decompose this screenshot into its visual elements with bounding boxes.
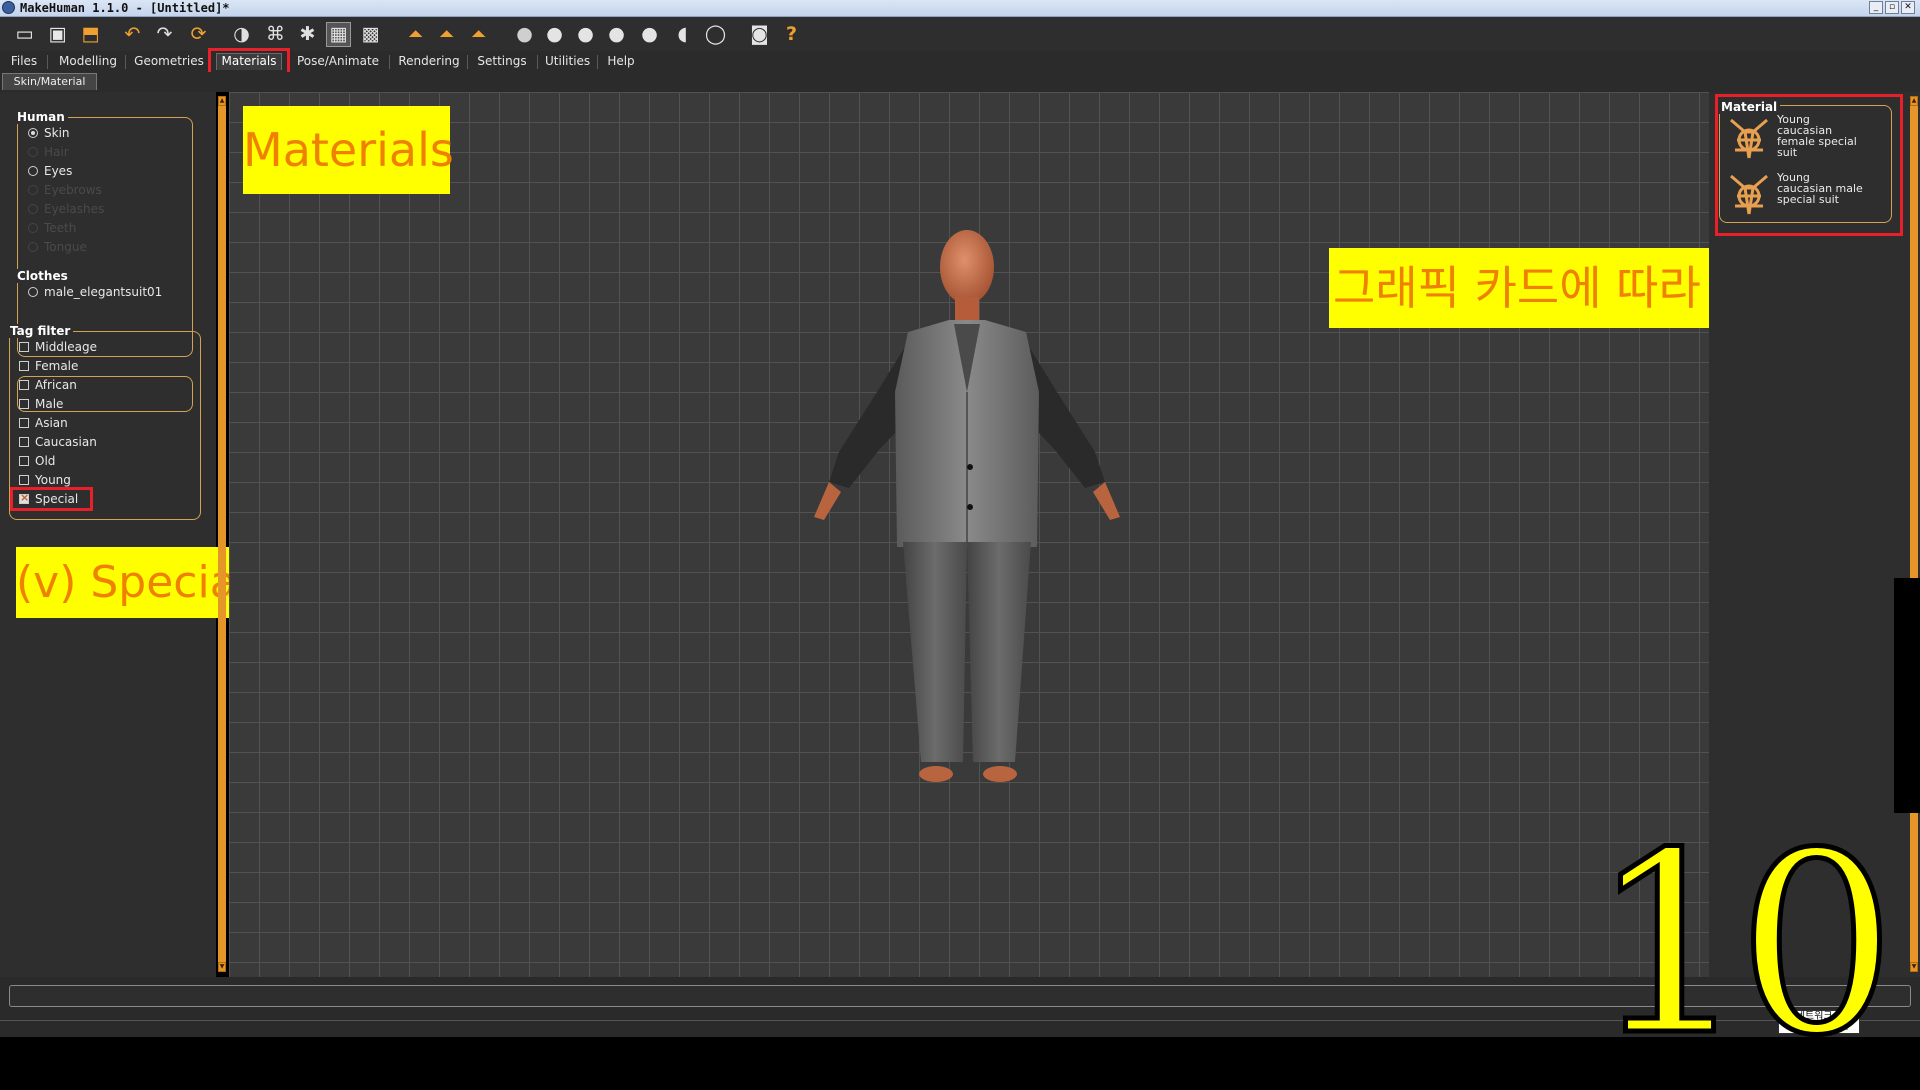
human-option-hair: Hair — [28, 145, 69, 159]
3d-viewport[interactable]: Materials — [229, 92, 1709, 977]
tag-african[interactable]: African — [19, 378, 77, 392]
tag-male[interactable]: Male — [19, 397, 63, 411]
radio-icon — [28, 147, 38, 157]
hair-icon[interactable]: ◖ — [670, 22, 695, 47]
redo-icon[interactable]: ↷ — [152, 22, 177, 47]
overlay-black-block — [1894, 578, 1920, 813]
radio-icon — [28, 223, 38, 233]
human-option-eyelashes: Eyelashes — [28, 202, 104, 216]
sphere-rim-icon[interactable]: ● — [604, 22, 629, 47]
checkbox-icon — [19, 361, 29, 371]
undo-icon[interactable]: ↶ — [120, 22, 145, 47]
sphere-light-icon[interactable]: ● — [512, 22, 537, 47]
human-option-skin[interactable]: Skin — [28, 126, 70, 140]
checkbox-icon — [19, 456, 29, 466]
material-list-highlight — [1715, 94, 1903, 236]
toolbar: ▭ ▣ ⬒ ↶ ↷ ⟳ ◑ ⌘ ✱ ▦ ▩ ⏶ ⏶ ⏶ ● ● ● ● ● ◖ … — [0, 17, 1920, 51]
tab-rendering[interactable]: Rendering — [398, 53, 460, 70]
tab-pose-animate[interactable]: Pose/Animate — [295, 53, 381, 70]
checkbox-icon — [19, 399, 29, 409]
radio-icon — [28, 287, 38, 297]
tab-geometries[interactable]: Geometries — [134, 53, 204, 70]
radio-icon — [28, 128, 38, 138]
checkbox-icon — [19, 342, 29, 352]
frame-icon[interactable]: ◯ — [703, 22, 728, 47]
human-option-tongue: Tongue — [28, 240, 87, 254]
close-button[interactable]: ✕ — [1901, 1, 1915, 14]
top-view-icon[interactable]: ⏶ — [466, 22, 491, 47]
materials-annotation: Materials — [243, 106, 454, 194]
tag-old[interactable]: Old — [19, 454, 55, 468]
smooth-icon[interactable]: ◑ — [229, 22, 254, 47]
window-title: MakeHuman 1.1.0 - [Untitled]* — [20, 1, 230, 15]
human-option-teeth: Teeth — [28, 221, 76, 235]
left-splitter-bar[interactable]: ▲ ▼ — [218, 96, 226, 972]
clothes-item[interactable]: male_elegantsuit01 — [28, 285, 162, 299]
checkbox-icon — [19, 437, 29, 447]
side-view-icon[interactable]: ⏶ — [434, 22, 459, 47]
grid-icon[interactable]: ▦ — [326, 22, 351, 47]
radio-icon — [28, 185, 38, 195]
human-option-eyebrows: Eyebrows — [28, 183, 102, 197]
scroll-up-icon: ▲ — [1910, 96, 1918, 106]
checkbox-icon — [19, 475, 29, 485]
human-group-title: Human — [14, 110, 68, 124]
new-file-icon[interactable]: ▭ — [12, 22, 37, 47]
tab-settings[interactable]: Settings — [476, 53, 528, 70]
wireframe-icon[interactable]: ⌘ — [263, 22, 288, 47]
save-icon[interactable]: ▣ — [45, 22, 70, 47]
step-number-annotation: 10 — [1587, 799, 1898, 1090]
minimize-button[interactable]: _ — [1869, 1, 1883, 14]
human-model — [814, 230, 1120, 782]
tag-young[interactable]: Young — [19, 473, 71, 487]
radio-icon — [28, 204, 38, 214]
sphere-dark-icon[interactable]: ● — [542, 22, 567, 47]
tag-filter-title: Tag filter — [7, 324, 74, 338]
scroll-down-icon: ▼ — [218, 962, 226, 972]
special-annotation: (v) Special — [16, 547, 249, 618]
screenshot-icon[interactable]: ◙ — [747, 22, 772, 47]
radio-icon — [28, 166, 38, 176]
title-bar: MakeHuman 1.1.0 - [Untitled]* _ ▫ ✕ — [0, 0, 1920, 17]
right-splitter-bar[interactable]: ▲ ▼ — [1910, 96, 1918, 972]
tag-asian[interactable]: Asian — [19, 416, 68, 430]
pose-icon[interactable]: ✱ — [295, 22, 320, 47]
scroll-up-icon: ▲ — [218, 96, 226, 106]
clothes-group-title: Clothes — [14, 269, 71, 283]
export-icon[interactable]: ⬒ — [78, 22, 103, 47]
tab-utilities[interactable]: Utilities — [545, 53, 590, 70]
checkbox-icon — [19, 380, 29, 390]
tab-skin-material[interactable]: Skin/Material — [2, 73, 97, 90]
sphere-skin-icon[interactable]: ● — [573, 22, 598, 47]
help-icon[interactable]: ? — [779, 22, 804, 47]
tab-files[interactable]: Files — [8, 53, 40, 70]
tab-modelling[interactable]: Modelling — [57, 53, 119, 70]
special-tag-highlight — [10, 487, 93, 511]
front-view-icon[interactable]: ⏶ — [403, 22, 428, 47]
checker-icon[interactable]: ▩ — [358, 22, 383, 47]
human-option-eyes[interactable]: Eyes — [28, 164, 72, 178]
radio-icon — [28, 242, 38, 252]
subtab-bar: Skin/Material — [0, 72, 1920, 92]
left-panel: Human Skin Hair Eyes Eyebrows Eyelashes … — [0, 92, 249, 977]
app-logo-icon — [2, 1, 15, 14]
checkbox-icon — [19, 418, 29, 428]
tag-female[interactable]: Female — [19, 359, 78, 373]
tab-help[interactable]: Help — [606, 53, 636, 70]
tag-middleage[interactable]: Middleage — [19, 340, 97, 354]
sphere-flat-icon[interactable]: ● — [637, 22, 662, 47]
scroll-down-icon: ▼ — [1910, 962, 1918, 972]
reset-icon[interactable]: ⟳ — [186, 22, 211, 47]
tag-caucasian[interactable]: Caucasian — [19, 435, 97, 449]
maximize-button[interactable]: ▫ — [1885, 1, 1899, 14]
